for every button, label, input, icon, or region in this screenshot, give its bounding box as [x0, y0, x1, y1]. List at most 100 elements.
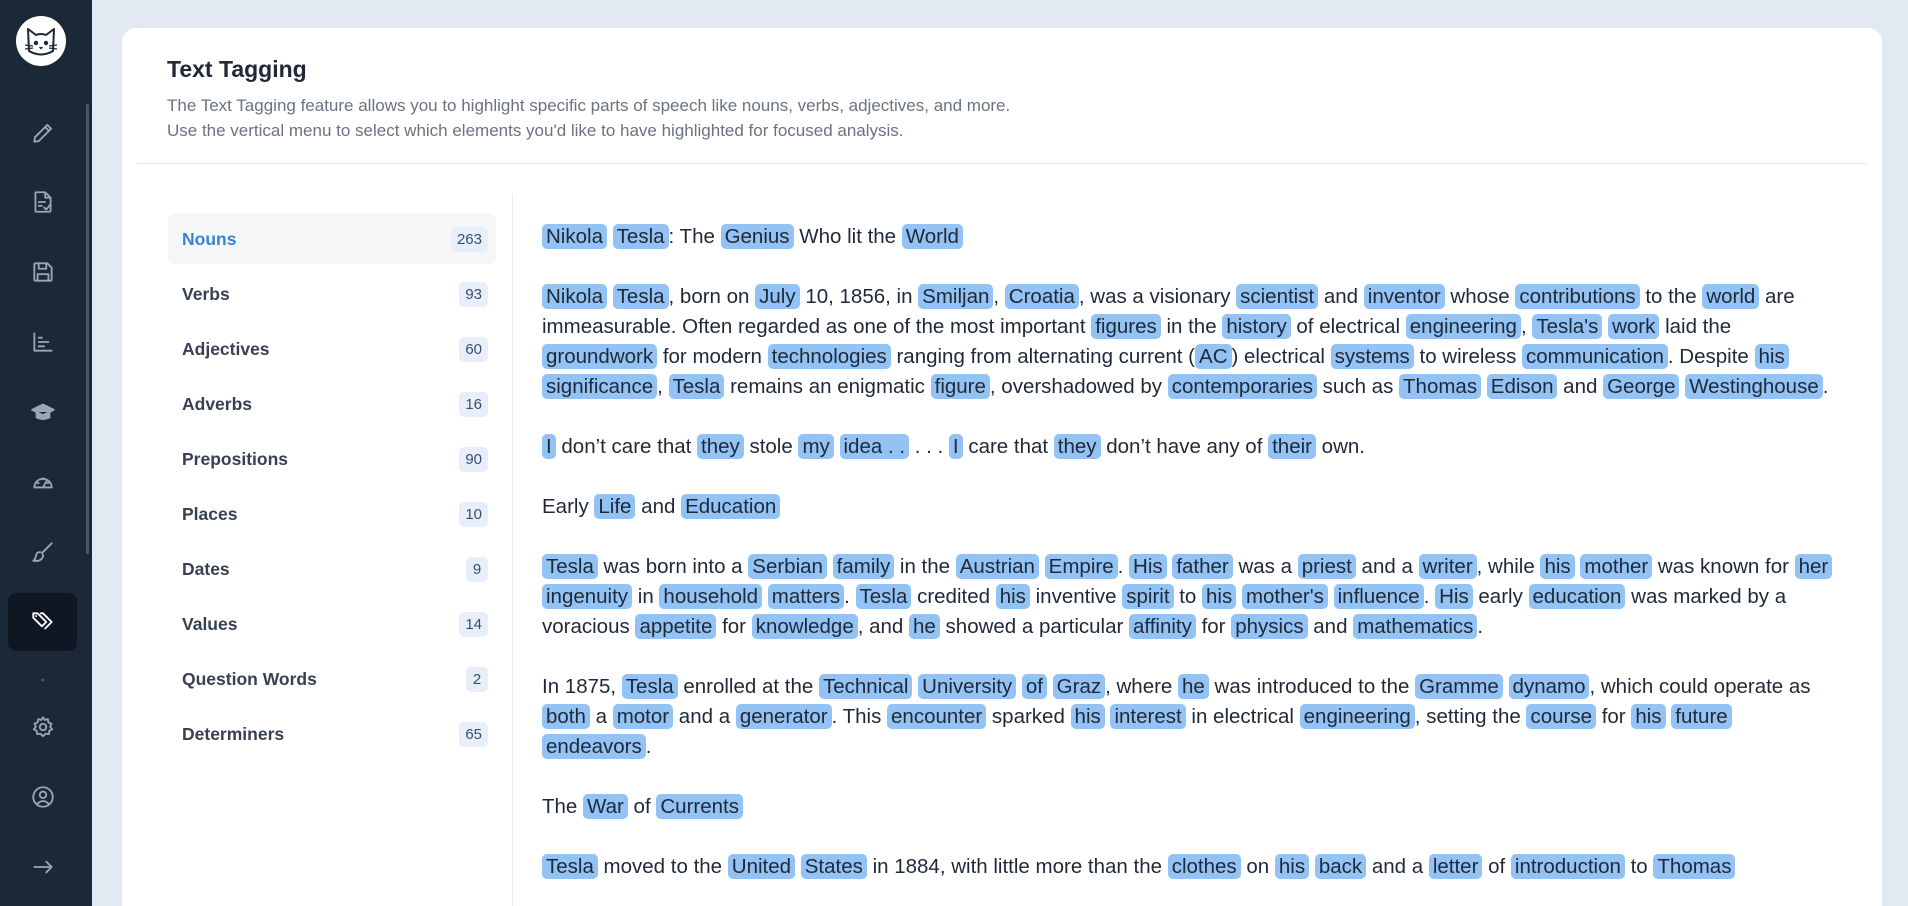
menu-item-values[interactable]: Values 14: [168, 599, 496, 649]
highlighted-word[interactable]: they: [697, 434, 744, 459]
highlighted-word[interactable]: matters: [767, 584, 845, 609]
highlighted-word[interactable]: University: [918, 674, 1017, 699]
cat-logo-icon[interactable]: [16, 16, 66, 66]
highlighted-word[interactable]: His: [1129, 554, 1167, 579]
highlighted-word[interactable]: scientist: [1236, 284, 1319, 309]
highlighted-word[interactable]: contemporaries: [1167, 374, 1317, 399]
highlighted-word[interactable]: contributions: [1515, 284, 1640, 309]
highlighted-word[interactable]: priest: [1297, 554, 1356, 579]
highlighted-word[interactable]: clothes: [1167, 854, 1241, 879]
highlighted-word[interactable]: World: [901, 224, 963, 249]
highlighted-word[interactable]: father: [1172, 554, 1233, 579]
highlighted-word[interactable]: engineering: [1299, 704, 1415, 729]
highlighted-word[interactable]: they: [1053, 434, 1101, 459]
highlighted-word[interactable]: his: [1202, 584, 1237, 609]
highlighted-word[interactable]: significance: [542, 374, 658, 399]
highlighted-word[interactable]: Technical: [818, 674, 913, 699]
highlighted-word[interactable]: idea . .: [839, 434, 910, 459]
highlighted-word[interactable]: motor: [612, 704, 674, 729]
highlighted-word[interactable]: her: [1794, 554, 1833, 579]
sidebar-item-brush[interactable]: [8, 523, 77, 581]
highlighted-word[interactable]: Croatia: [1004, 284, 1079, 309]
highlighted-word[interactable]: Tesla: [542, 554, 598, 579]
menu-item-nouns[interactable]: Nouns 263: [168, 214, 496, 264]
menu-item-adjectives[interactable]: Adjectives 60: [168, 324, 496, 374]
highlighted-word[interactable]: he: [909, 614, 940, 639]
highlighted-word[interactable]: Thomas: [1653, 854, 1736, 879]
highlighted-word[interactable]: generator: [735, 704, 832, 729]
highlighted-word[interactable]: world: [1702, 284, 1760, 309]
highlighted-word[interactable]: Thomas: [1399, 374, 1482, 399]
highlighted-word[interactable]: Nikola: [542, 224, 607, 249]
highlighted-word[interactable]: States: [800, 854, 867, 879]
menu-item-prepositions[interactable]: Prepositions 90: [168, 434, 496, 484]
highlighted-word[interactable]: Tesla: [855, 584, 912, 609]
highlighted-word[interactable]: spirit: [1122, 584, 1174, 609]
highlighted-word[interactable]: his: [1540, 554, 1575, 579]
highlighted-word[interactable]: knowledge: [751, 614, 858, 639]
highlighted-word[interactable]: Westinghouse: [1685, 374, 1823, 399]
menu-item-question-words[interactable]: Question Words 2: [168, 654, 496, 704]
highlighted-word[interactable]: Empire: [1044, 554, 1118, 579]
highlighted-word[interactable]: he: [1178, 674, 1209, 699]
highlighted-word[interactable]: interest: [1110, 704, 1186, 729]
highlighted-word[interactable]: my: [798, 434, 834, 459]
highlighted-word[interactable]: mathematics: [1353, 614, 1478, 639]
highlighted-word[interactable]: I: [542, 434, 556, 459]
highlighted-word[interactable]: Life: [594, 494, 636, 519]
highlighted-word[interactable]: figure: [930, 374, 990, 399]
highlighted-word[interactable]: his: [995, 584, 1030, 609]
highlighted-word[interactable]: groundwork: [542, 344, 658, 369]
highlighted-word[interactable]: Currents: [656, 794, 743, 819]
highlighted-word[interactable]: his: [1631, 704, 1666, 729]
highlighted-word[interactable]: Tesla: [621, 674, 678, 699]
highlighted-word[interactable]: Tesla: [612, 224, 669, 249]
highlighted-word[interactable]: George: [1603, 374, 1680, 399]
highlighted-word[interactable]: mother's: [1241, 584, 1328, 609]
highlighted-word[interactable]: technologies: [767, 344, 891, 369]
highlighted-word[interactable]: writer: [1418, 554, 1477, 579]
highlighted-word[interactable]: Smiljan: [918, 284, 994, 309]
menu-item-adverbs[interactable]: Adverbs 16: [168, 379, 496, 429]
sidebar-item-settings[interactable]: [8, 698, 77, 756]
highlighted-word[interactable]: endeavors: [542, 734, 646, 759]
highlighted-word[interactable]: family: [832, 554, 895, 579]
highlighted-word[interactable]: United: [727, 854, 796, 879]
sidebar-item-checklist[interactable]: [8, 173, 77, 231]
highlighted-word[interactable]: Graz: [1052, 674, 1106, 699]
highlighted-word[interactable]: Genius: [720, 224, 794, 249]
highlighted-word[interactable]: His: [1435, 584, 1473, 609]
sidebar-item-tags[interactable]: [8, 593, 77, 651]
sidebar-item-logout[interactable]: [8, 838, 77, 896]
highlighted-word[interactable]: systems: [1330, 344, 1414, 369]
highlighted-word[interactable]: Edison: [1486, 374, 1558, 399]
highlighted-word[interactable]: Education: [681, 494, 781, 519]
highlighted-word[interactable]: ingenuity: [542, 584, 633, 609]
sidebar-item-profile[interactable]: [8, 768, 77, 826]
highlighted-word[interactable]: education: [1528, 584, 1626, 609]
menu-item-dates[interactable]: Dates 9: [168, 544, 496, 594]
highlighted-word[interactable]: engineering: [1405, 314, 1521, 339]
highlighted-word[interactable]: affinity: [1129, 614, 1196, 639]
highlighted-word[interactable]: inventor: [1363, 284, 1445, 309]
highlighted-word[interactable]: their: [1268, 434, 1316, 459]
highlighted-word[interactable]: course: [1526, 704, 1597, 729]
highlighted-word[interactable]: physics: [1231, 614, 1308, 639]
highlighted-word[interactable]: future: [1671, 704, 1732, 729]
highlighted-word[interactable]: influence: [1333, 584, 1424, 609]
highlighted-word[interactable]: dynamo: [1508, 674, 1590, 699]
highlighted-word[interactable]: his: [1274, 854, 1310, 879]
highlighted-word[interactable]: back: [1314, 854, 1367, 879]
highlighted-word[interactable]: AC: [1195, 344, 1232, 369]
highlighted-word[interactable]: Tesla: [612, 284, 669, 309]
highlighted-word[interactable]: mother: [1580, 554, 1653, 579]
sidebar-item-chart[interactable]: [8, 313, 77, 371]
highlighted-word[interactable]: both: [542, 704, 590, 729]
highlighted-word[interactable]: Tesla: [542, 854, 598, 879]
highlighted-word[interactable]: communication: [1522, 344, 1668, 369]
highlighted-word[interactable]: his: [1070, 704, 1105, 729]
highlighted-word[interactable]: encounter: [887, 704, 987, 729]
menu-item-verbs[interactable]: Verbs 93: [168, 269, 496, 319]
highlighted-word[interactable]: of: [1021, 674, 1047, 699]
highlighted-word[interactable]: figures: [1091, 314, 1161, 339]
